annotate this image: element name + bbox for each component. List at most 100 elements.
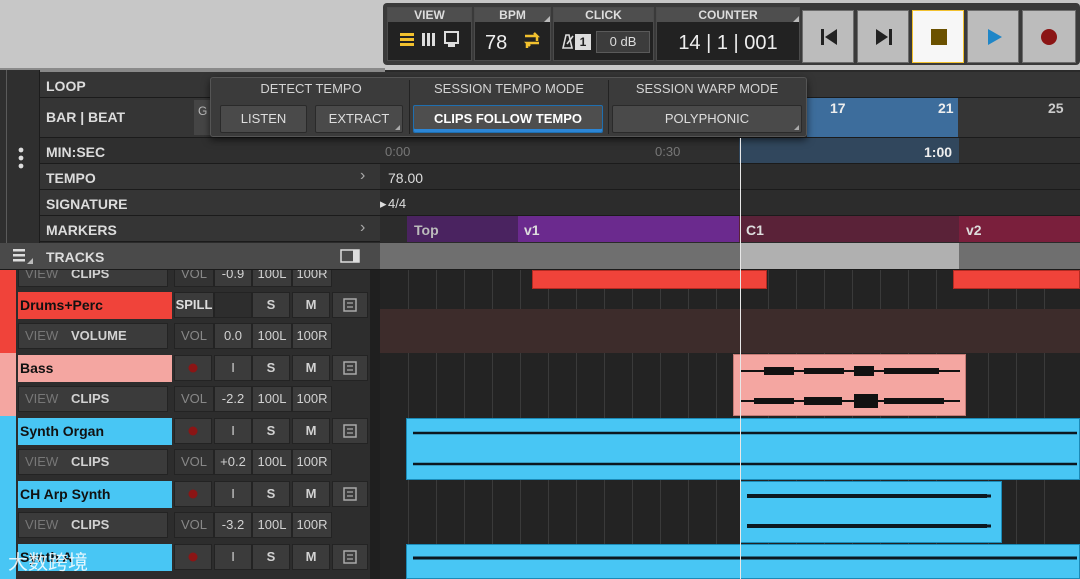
pan-right-field[interactable]: 100R: [292, 512, 332, 538]
solo-button[interactable]: S: [252, 481, 290, 507]
pan-left-field[interactable]: 100L: [252, 270, 292, 287]
marker-v2[interactable]: v2: [959, 216, 1080, 242]
marker-v1[interactable]: v1: [518, 216, 739, 242]
solo-button[interactable]: S: [252, 355, 290, 381]
mute-button[interactable]: M: [292, 292, 330, 318]
mute-button[interactable]: M: [292, 355, 330, 381]
view-clips-selector[interactable]: VIEW CLIPS: [18, 386, 168, 412]
bar-21-label: 21: [938, 100, 954, 116]
stop-button[interactable]: [912, 10, 964, 63]
listen-button[interactable]: LISTEN: [220, 105, 307, 133]
record-arm-button[interactable]: [174, 544, 212, 570]
track-color-strip: [0, 353, 16, 416]
track-list-menu-icon[interactable]: [13, 248, 35, 271]
view-clips-selector[interactable]: VIEW CLIPS: [18, 512, 168, 538]
synth-organ-clip[interactable]: [406, 418, 1080, 480]
view-label: VIEW: [25, 270, 59, 281]
polyphonic-dropdown[interactable]: POLYPHONIC: [612, 105, 802, 133]
view-clips-selector[interactable]: VIEW CLIPS: [18, 449, 168, 475]
mute-button[interactable]: M: [292, 481, 330, 507]
drums-clip[interactable]: [532, 270, 767, 289]
min-sec-row[interactable]: MIN:SEC 0:00 0:30 1:00: [40, 138, 1080, 164]
click-count-in[interactable]: 1: [575, 34, 591, 50]
playhead[interactable]: [740, 138, 741, 579]
pan-left-field[interactable]: 100L: [252, 386, 292, 412]
view-volume-selector[interactable]: VIEW VOLUME: [18, 323, 168, 349]
spill-button[interactable]: SPILL: [174, 292, 214, 318]
marker-top[interactable]: Top: [407, 216, 518, 242]
record-button[interactable]: [1022, 10, 1076, 63]
counter-value[interactable]: 14 | 1 | 001: [657, 32, 799, 55]
input-monitor-button[interactable]: I: [214, 544, 252, 570]
pan-right-field[interactable]: 100R: [292, 449, 332, 475]
record-arm-button[interactable]: [174, 355, 212, 381]
metronome-icon[interactable]: [560, 33, 574, 54]
pan-left-field[interactable]: 100L: [252, 323, 292, 349]
bpm-value[interactable]: 78: [485, 32, 507, 55]
pan-right-field[interactable]: 100R: [292, 270, 332, 287]
solo-button[interactable]: S: [252, 544, 290, 570]
track-layout-icon[interactable]: [340, 249, 360, 268]
track-editor-button[interactable]: [332, 418, 368, 444]
track-name[interactable]: CH Arp Synth: [18, 481, 172, 508]
track-name[interactable]: Drums+Perc: [18, 292, 172, 319]
volume-field[interactable]: +0.2: [214, 449, 252, 475]
input-monitor-button[interactable]: I: [214, 481, 252, 507]
polyphonic-label: POLYPHONIC: [664, 111, 750, 126]
volume-field[interactable]: 0.0: [214, 323, 252, 349]
more-options-icon[interactable]: [18, 147, 24, 174]
marker-c1-label: C1: [746, 222, 764, 238]
marker-c1[interactable]: C1: [739, 216, 959, 242]
record-arm-button[interactable]: [174, 418, 212, 444]
pan-right-field[interactable]: 100R: [292, 386, 332, 412]
pan-right-field[interactable]: 100R: [292, 323, 332, 349]
pan-left-field[interactable]: 100L: [252, 512, 292, 538]
input-monitor-button[interactable]: I: [214, 418, 252, 444]
signature-row[interactable]: SIGNATURE ▸ 4/4: [40, 190, 1080, 216]
list-view-icon[interactable]: [400, 32, 414, 53]
record-arm-icon: [188, 426, 198, 436]
view-label: VIEW: [25, 454, 59, 469]
extract-button[interactable]: EXTRACT: [315, 105, 403, 133]
go-to-start-button[interactable]: [802, 10, 854, 63]
solo-button[interactable]: S: [252, 292, 290, 318]
bass-waveform: [740, 366, 960, 408]
drums-volume-lane[interactable]: [380, 309, 1080, 353]
mute-button[interactable]: M: [292, 418, 330, 444]
track-editor-button[interactable]: [332, 292, 368, 318]
tempo-follow-icon[interactable]: [523, 32, 541, 57]
play-button[interactable]: [967, 10, 1019, 63]
time-1-00: 1:00: [924, 144, 953, 160]
clips-label: CLIPS: [71, 391, 110, 406]
markers-row[interactable]: MARKERS › Top v1 C1 v2: [40, 216, 1080, 242]
volume-field[interactable]: -0.9: [214, 270, 252, 287]
mute-button[interactable]: M: [292, 544, 330, 570]
volume-field[interactable]: -3.2: [214, 512, 252, 538]
view-section: VIEW: [387, 7, 472, 61]
record-arm-icon: [188, 489, 198, 499]
mixer-view-icon[interactable]: [422, 32, 436, 53]
click-level-field[interactable]: 0 dB: [596, 31, 650, 53]
tempo-row[interactable]: TEMPO › 78.00: [40, 164, 1080, 190]
bass-clip[interactable]: [733, 354, 966, 416]
browser-view-icon[interactable]: [444, 31, 460, 54]
record-arm-icon: [188, 552, 198, 562]
volume-field[interactable]: -2.2: [214, 386, 252, 412]
track-name[interactable]: Bass: [18, 355, 172, 382]
record-arm-button[interactable]: [174, 481, 212, 507]
go-to-end-button[interactable]: [857, 10, 909, 63]
track-editor-button[interactable]: [332, 544, 368, 570]
clips-follow-tempo-button[interactable]: CLIPS FOLLOW TEMPO: [413, 105, 603, 133]
editor-icon: [343, 487, 357, 501]
synth-a-waveform: [413, 556, 1077, 560]
track-editor-button[interactable]: [332, 355, 368, 381]
track-editor-button[interactable]: [332, 481, 368, 507]
drums-clip[interactable]: [953, 270, 1080, 289]
input-monitor-button[interactable]: I: [214, 355, 252, 381]
track-name[interactable]: Synth Organ: [18, 418, 172, 445]
ch-arp-synth-clip[interactable]: [740, 481, 1002, 543]
pan-left-field[interactable]: 100L: [252, 449, 292, 475]
view-clips-selector[interactable]: VIEW CLIPS: [18, 270, 168, 287]
synth-a-clip[interactable]: [406, 544, 1080, 579]
solo-button[interactable]: S: [252, 418, 290, 444]
